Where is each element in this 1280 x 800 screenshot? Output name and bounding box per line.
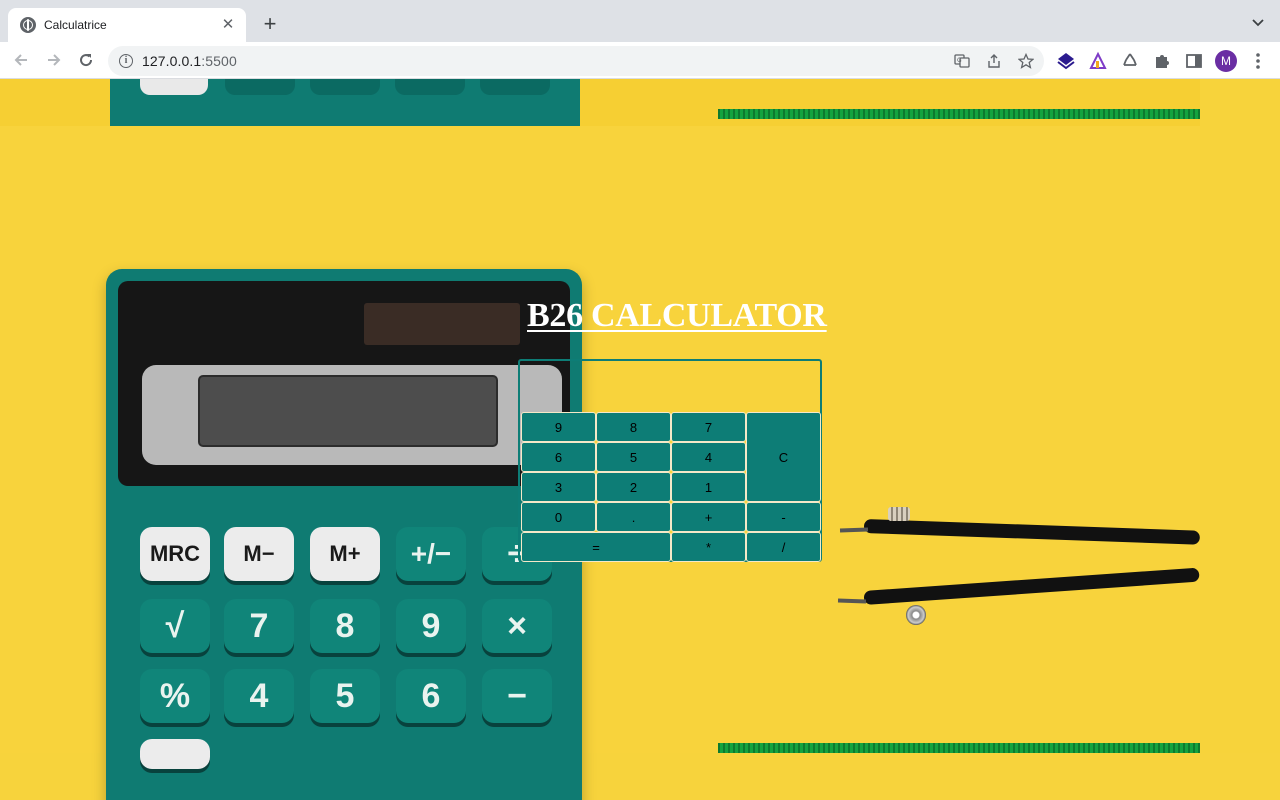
key-0[interactable]: 0 (521, 502, 596, 532)
puzzle-icon[interactable] (1152, 51, 1172, 71)
forward-arrow-icon (48, 54, 61, 66)
key-plus[interactable]: + (671, 502, 746, 532)
ruler-photo (718, 109, 1200, 119)
key-3[interactable]: 3 (521, 472, 596, 502)
kebab-menu-icon[interactable] (1248, 51, 1268, 71)
chevron-down-icon[interactable] (1250, 14, 1266, 30)
ruler-photo-bottom (718, 743, 1200, 753)
key-8[interactable]: 8 (596, 412, 671, 442)
back-arrow-icon (14, 54, 27, 66)
key-minus[interactable]: - (746, 502, 821, 532)
translate-icon[interactable]: G (954, 53, 970, 69)
clear-button[interactable]: C (746, 412, 821, 502)
key-2[interactable]: 2 (596, 472, 671, 502)
page-title: B26 CALCULATOR (527, 297, 827, 334)
tab-title: Calculatrice (44, 18, 107, 32)
tab-strip: Calculatrice ✕ + (0, 0, 1280, 42)
layers-extension-icon[interactable] (1056, 51, 1076, 71)
url-text: 127.0.0.1:5500 (142, 53, 237, 69)
key-multiply[interactable]: * (671, 532, 746, 562)
globe-favicon-icon (20, 17, 36, 33)
new-tab-button[interactable]: + (258, 12, 282, 36)
key-9[interactable]: 9 (521, 412, 596, 442)
key-1[interactable]: 1 (671, 472, 746, 502)
keypad: 9 8 7 C 6 5 4 3 2 1 0 . + - = * / (521, 412, 821, 562)
share-icon[interactable] (986, 53, 1002, 69)
key-7[interactable]: 7 (671, 412, 746, 442)
calculator: 9 8 7 C 6 5 4 3 2 1 0 . + - = * / (518, 359, 822, 562)
back-button[interactable] (9, 48, 33, 72)
reload-button[interactable] (74, 48, 98, 72)
equals-button[interactable]: = (521, 532, 671, 562)
calculator-photo-top (110, 79, 580, 126)
star-icon[interactable] (1018, 53, 1034, 69)
address-bar[interactable]: i 127.0.0.1:5500 G (108, 46, 1044, 76)
key-6[interactable]: 6 (521, 442, 596, 472)
key-4[interactable]: 4 (671, 442, 746, 472)
browser-toolbar: i 127.0.0.1:5500 G M (0, 42, 1280, 79)
chart-extension-icon[interactable] (1088, 51, 1108, 71)
close-tab-icon[interactable]: ✕ (220, 17, 236, 33)
key-5[interactable]: 5 (596, 442, 671, 472)
calculator-display[interactable] (522, 363, 818, 411)
recycle-extension-icon[interactable] (1120, 51, 1140, 71)
key-decimal[interactable]: . (596, 502, 671, 532)
calculator-photo: MRC M− M+ +/− ÷ √ 7 8 9 × % 4 5 6 − (106, 269, 582, 800)
forward-button[interactable] (42, 48, 66, 72)
solar-panel (364, 303, 520, 345)
lcd-screen (198, 375, 498, 447)
side-panel-icon[interactable] (1184, 51, 1204, 71)
browser-tab[interactable]: Calculatrice ✕ (8, 8, 246, 42)
key-divide[interactable]: / (746, 532, 821, 562)
reload-icon (80, 54, 93, 67)
svg-text:G: G (957, 57, 962, 64)
info-icon[interactable]: i (119, 54, 133, 68)
profile-avatar[interactable]: M (1215, 50, 1237, 72)
